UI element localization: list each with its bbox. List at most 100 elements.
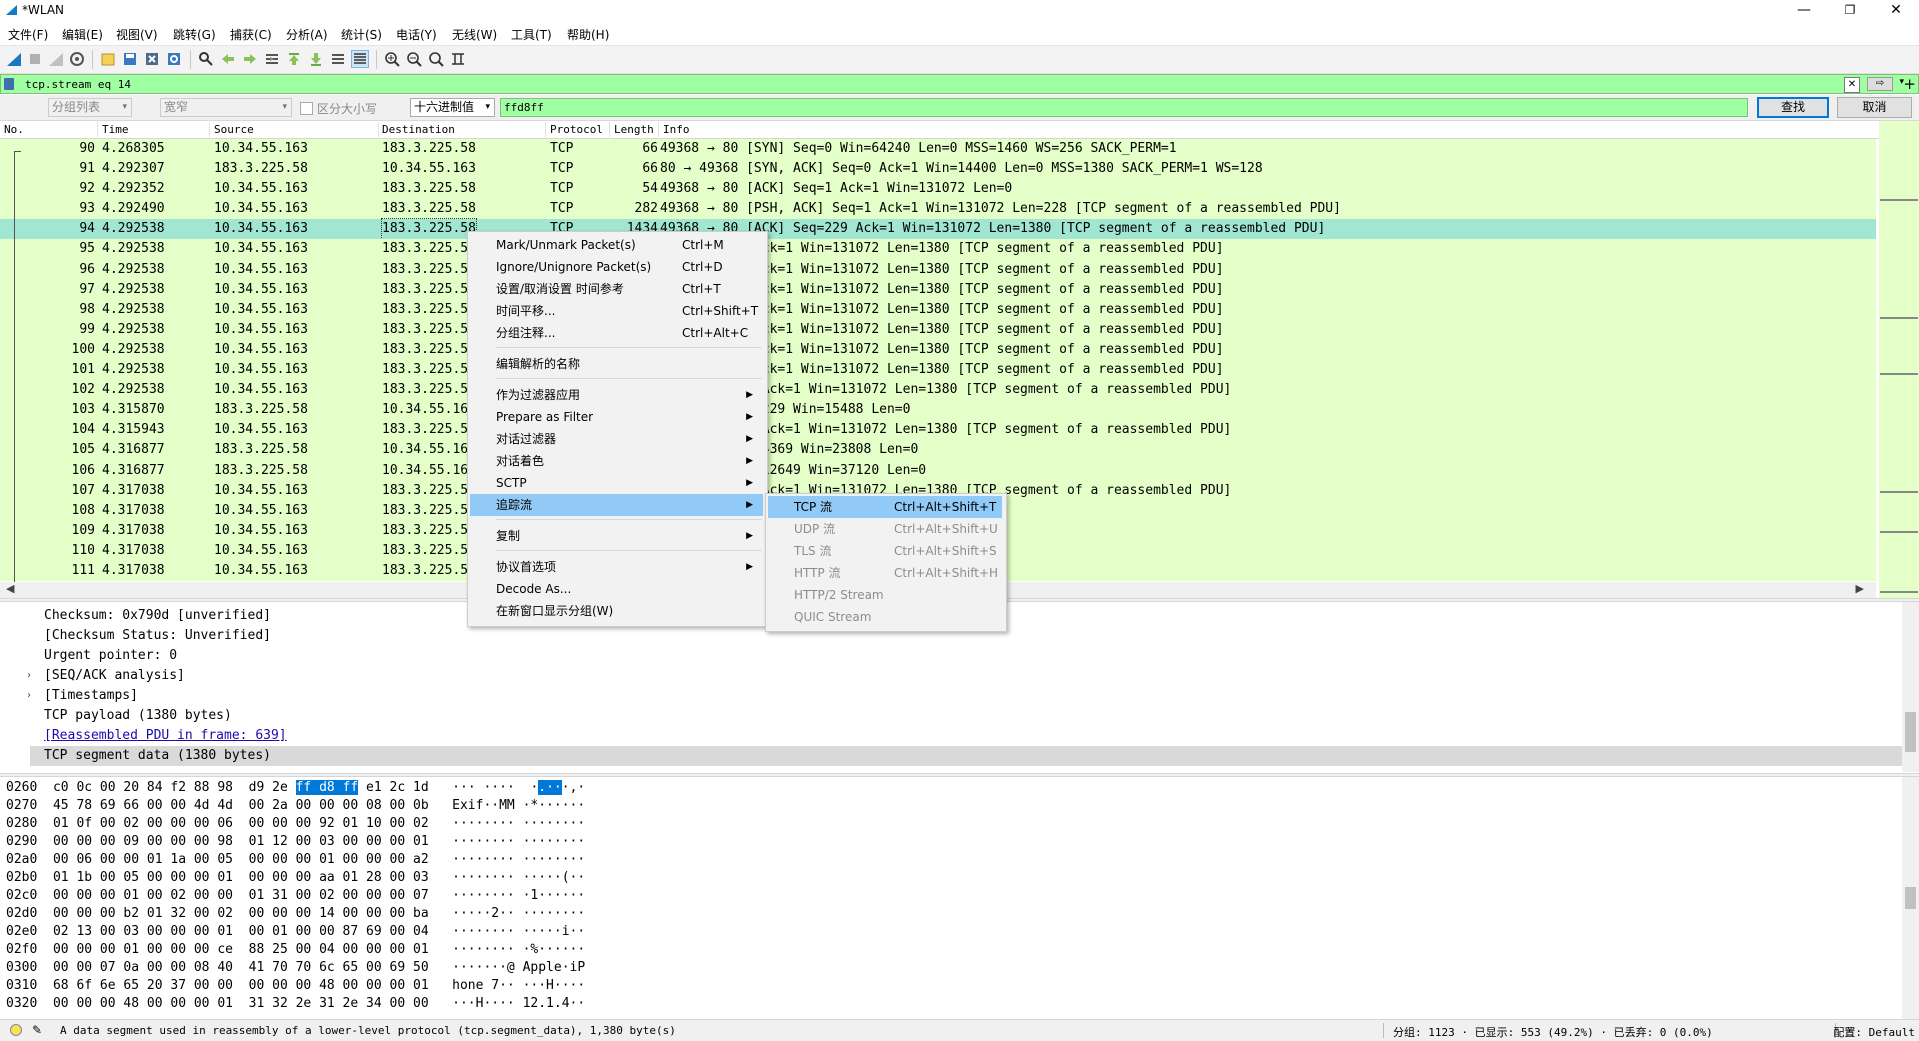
- restart-capture-icon[interactable]: [48, 51, 64, 67]
- col-header-time[interactable]: Time: [102, 123, 129, 136]
- menu-help[interactable]: 帮助(H): [567, 26, 609, 43]
- auto-scroll-icon[interactable]: [330, 51, 346, 67]
- packet-row[interactable]: 93 4.292490 10.34.55.163 183.3.225.58 TCP 282…: [0, 199, 1876, 220]
- bytes-hex[interactable]: 45 78 69 66 00 00 4d 4d 00 2a 00 00 00 0…: [53, 798, 429, 813]
- open-file-icon[interactable]: [100, 51, 116, 67]
- packet-row[interactable]: 98 4.292538 10.34.55.163 183.3.225.5 K] Seq=…: [0, 299, 1876, 320]
- detail-checksum[interactable]: Checksum: 0x790d [unverified]: [44, 606, 271, 625]
- col-header-protocol[interactable]: Protocol: [550, 123, 603, 136]
- zoom-in-icon[interactable]: [384, 51, 400, 67]
- context-menu-item[interactable]: 分组注释... Ctrl+Alt+C: [470, 322, 763, 344]
- bytes-hex[interactable]: 01 0f 00 02 00 00 00 06 00 00 00 92 01 1…: [53, 816, 429, 831]
- detail-reassembled-link[interactable]: [Reassembled PDU in frame: 639]: [44, 726, 287, 745]
- bytes-hex[interactable]: 02 13 00 03 00 00 00 01 00 01 00 00 87 6…: [53, 924, 429, 939]
- save-file-icon[interactable]: [122, 51, 138, 67]
- bytes-line[interactable]: 02a0 00 06 00 00 01 1a 00 05 00 00 00 01…: [6, 851, 585, 869]
- add-filter-button[interactable]: +: [1903, 75, 1916, 93]
- bytes-ascii[interactable]: ········ ········: [452, 834, 585, 849]
- case-sensitive-checkbox[interactable]: [300, 102, 313, 115]
- bytes-ascii[interactable]: hone 7·· ···H····: [452, 978, 585, 993]
- close-file-icon[interactable]: [144, 51, 160, 67]
- find-packet-icon[interactable]: [198, 51, 214, 67]
- go-first-packet-icon[interactable]: [286, 51, 302, 67]
- bytes-line[interactable]: 02b0 01 1b 00 05 00 00 00 01 00 00 00 aa…: [6, 869, 585, 887]
- close-button[interactable]: ✕: [1873, 0, 1919, 22]
- profile-label[interactable]: 配置: Default: [1833, 1024, 1915, 1040]
- bytes-hex[interactable]: 00 00 00 01 00 00 00 ce 88 25 00 04 00 0…: [53, 942, 429, 957]
- bytes-line[interactable]: 0270 45 78 69 66 00 00 4d 4d 00 2a 00 00…: [6, 797, 585, 815]
- packet-row[interactable]: 102 4.292538 10.34.55.163 183.3.225.5 K] Seq…: [0, 380, 1876, 401]
- bookmark-icon[interactable]: [4, 78, 14, 90]
- bytes-ascii[interactable]: ········ ········: [452, 816, 585, 831]
- context-menu-item[interactable]: Ignore/Unignore Packet(s) Ctrl+D: [470, 256, 763, 278]
- context-menu-item[interactable]: 复制 ▶: [470, 525, 763, 547]
- bytes-ascii[interactable]: ·····2·· ········: [452, 906, 585, 921]
- bytes-hex[interactable]: 00 00 00 b2 01 32 00 02 00 00 00 14 00 0…: [53, 906, 429, 921]
- bytes-vscroll[interactable]: [1902, 777, 1919, 1019]
- bytes-line[interactable]: 02e0 02 13 00 03 00 00 00 01 00 01 00 00…: [6, 923, 585, 941]
- cancel-button[interactable]: 取消: [1837, 97, 1912, 118]
- menu-edit[interactable]: 编辑(E): [62, 26, 103, 43]
- context-menu-item[interactable]: SCTP ▶: [470, 472, 763, 494]
- detail-checksum-status[interactable]: [Checksum Status: Unverified]: [44, 626, 271, 645]
- bytes-line[interactable]: 0260 c0 0c 00 20 84 f2 88 98 d9 2e ff d8…: [6, 779, 585, 797]
- col-header-info[interactable]: Info: [663, 123, 690, 136]
- context-menu-item[interactable]: 设置/取消设置 时间参考 Ctrl+T: [470, 278, 763, 300]
- scroll-left-icon[interactable]: ◀: [6, 582, 14, 595]
- bytes-line[interactable]: 02f0 00 00 00 01 00 00 00 ce 88 25 00 04…: [6, 941, 585, 959]
- detail-tcp-payload[interactable]: TCP payload (1380 bytes): [44, 706, 232, 725]
- context-menu-item[interactable]: Decode As...: [470, 578, 763, 600]
- maximize-button[interactable]: ❐: [1827, 0, 1873, 22]
- go-last-packet-icon[interactable]: [308, 51, 324, 67]
- minimize-button[interactable]: —: [1781, 0, 1827, 22]
- context-menu-item[interactable]: 作为过滤器应用 ▶: [470, 384, 763, 406]
- search-in-select[interactable]: 分组列表 ▾: [48, 98, 132, 117]
- bytes-ascii[interactable]: ········ ·····(··: [452, 870, 585, 885]
- detail-tcp-segment-data[interactable]: TCP segment data (1380 bytes): [44, 746, 271, 765]
- bytes-hex[interactable]: 00 00 00 01 00 02 00 00 01 31 00 02 00 0…: [53, 888, 429, 903]
- packet-minimap[interactable]: [1879, 121, 1919, 598]
- bytes-ascii[interactable]: ··· ···· ·.···,·: [452, 780, 585, 795]
- packet-bytes[interactable]: 0260 c0 0c 00 20 84 f2 88 98 d9 2e ff d8…: [0, 777, 1919, 1019]
- menu-statistics[interactable]: 统计(S): [341, 26, 382, 43]
- packet-row[interactable]: 101 4.292538 10.34.55.163 183.3.225.5 K] Seq…: [0, 360, 1876, 381]
- bytes-ascii[interactable]: ········ ········: [452, 852, 585, 867]
- menu-go[interactable]: 跳转(G): [173, 26, 216, 43]
- reload-file-icon[interactable]: [166, 51, 182, 67]
- details-vscroll[interactable]: [1902, 602, 1919, 772]
- packet-row[interactable]: 99 4.292538 10.34.55.163 183.3.225.5 K] Seq=…: [0, 319, 1876, 340]
- bytes-ascii[interactable]: ·······@ Apple·iP: [452, 960, 585, 975]
- find-value-input[interactable]: ffd8ff: [500, 98, 1748, 117]
- go-to-packet-icon[interactable]: [264, 51, 280, 67]
- char-width-select[interactable]: 宽窄 ▾: [160, 98, 292, 117]
- context-menu-item[interactable]: 编辑解析的名称: [470, 353, 763, 375]
- bytes-hex[interactable]: 00 00 07 0a 00 00 08 40 41 70 70 6c 65 0…: [53, 960, 429, 975]
- packet-row[interactable]: 97 4.292538 10.34.55.163 183.3.225.5 K] Seq=…: [0, 279, 1876, 300]
- bytes-ascii[interactable]: ········ ·····i··: [452, 924, 585, 939]
- bytes-line[interactable]: 0290 00 00 00 09 00 00 00 98 01 12 00 03…: [6, 833, 585, 851]
- detail-timestamps[interactable]: [Timestamps]: [44, 686, 138, 705]
- menu-capture[interactable]: 捕获(C): [230, 26, 272, 43]
- capture-options-icon[interactable]: [69, 51, 85, 67]
- display-format-select[interactable]: 十六进制值 ▾: [410, 98, 495, 117]
- clear-filter-icon[interactable]: ✕: [1844, 77, 1860, 93]
- menu-view[interactable]: 视图(V): [116, 26, 158, 43]
- bytes-hex[interactable]: 00 00 00 09 00 00 00 98 01 12 00 03 00 0…: [53, 834, 429, 849]
- packet-row[interactable]: 90 4.268305 10.34.55.163 183.3.225.58 TCP 66 4…: [0, 139, 1876, 160]
- col-header-source[interactable]: Source: [214, 123, 254, 136]
- packet-row[interactable]: 91 4.292307 183.3.225.58 10.34.55.163 TCP 66 8…: [0, 159, 1876, 180]
- zoom-reset-icon[interactable]: [428, 51, 444, 67]
- bytes-line[interactable]: 0280 01 0f 00 02 00 00 00 06 00 00 00 92…: [6, 815, 585, 833]
- packet-row[interactable]: 96 4.292538 10.34.55.163 183.3.225.5 K] Seq=…: [0, 259, 1876, 280]
- display-filter-input[interactable]: tcp.stream eq 14: [25, 78, 131, 91]
- follow-menu-item[interactable]: TCP 流 Ctrl+Alt+Shift+T: [768, 496, 1002, 518]
- context-menu-item[interactable]: 时间平移... Ctrl+Shift+T: [470, 300, 763, 322]
- context-menu-item[interactable]: Prepare as Filter ▶: [470, 406, 763, 428]
- menu-wireless[interactable]: 无线(W): [452, 26, 497, 43]
- menu-file[interactable]: 文件(F): [8, 26, 48, 43]
- detail-seq-ack-analysis[interactable]: [SEQ/ACK analysis]: [44, 666, 185, 685]
- bytes-line[interactable]: 0320 00 00 00 48 00 00 00 01 31 32 2e 31…: [6, 995, 585, 1013]
- context-menu-item[interactable]: 协议首选项 ▶: [470, 556, 763, 578]
- bytes-hex[interactable]: 01 1b 00 05 00 00 00 01 00 00 00 aa 01 2…: [53, 870, 429, 885]
- bytes-line[interactable]: 02c0 00 00 00 01 00 02 00 00 01 31 00 02…: [6, 887, 585, 905]
